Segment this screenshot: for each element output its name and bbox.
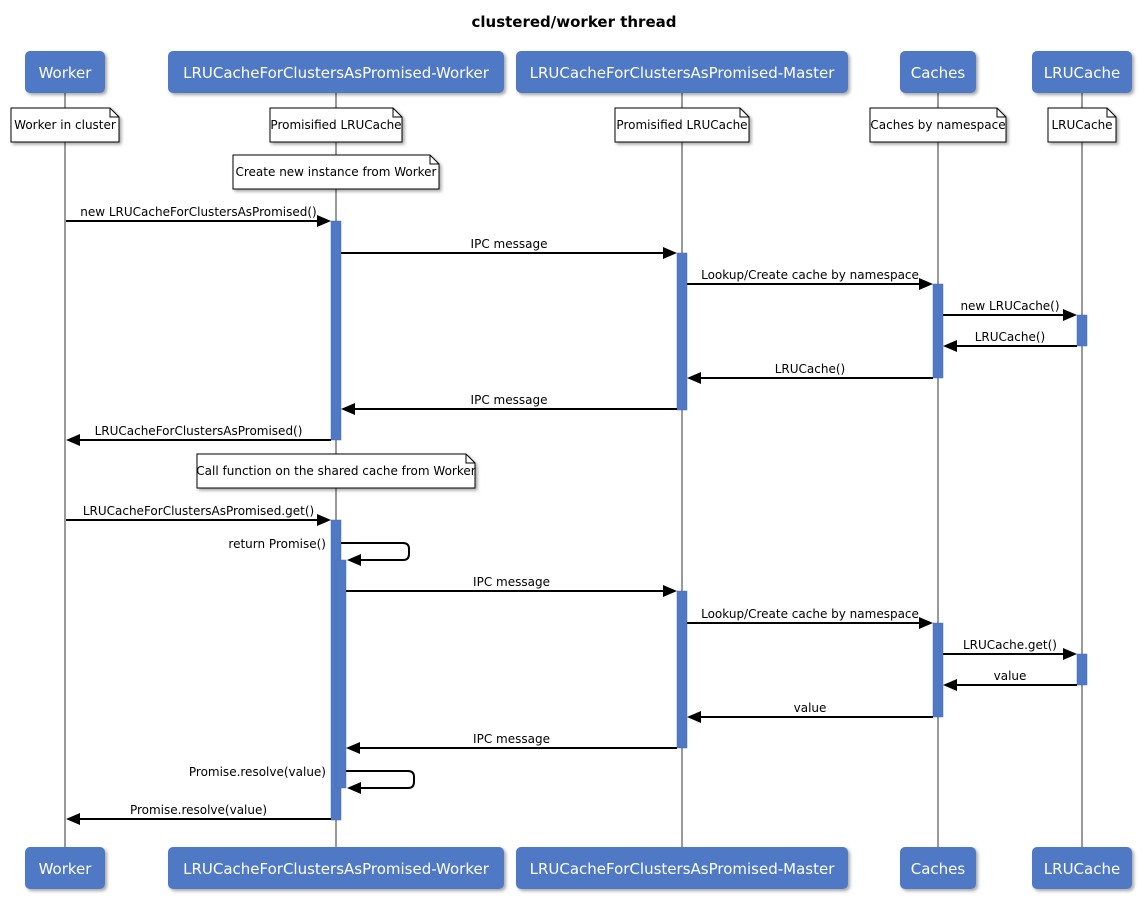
note-text: Worker in cluster — [14, 118, 116, 132]
section-note: Create new instance from Worker — [232, 154, 440, 190]
participant-label: Worker — [39, 860, 93, 878]
arrowhead-icon — [687, 711, 701, 723]
arrowhead-icon — [919, 278, 933, 290]
arrowhead-icon — [317, 215, 331, 227]
message-return[interactable]: LRUCache() — [943, 330, 1077, 352]
message-return[interactable]: Promise.resolve(value) — [66, 803, 331, 825]
message-call[interactable]: Lookup/Create cache by namespace — [687, 607, 933, 629]
message-return[interactable]: LRUCache() — [687, 362, 933, 384]
message-label: IPC message — [471, 393, 548, 407]
participant-label: LRUCacheForClustersAsPromised-Master — [530, 860, 836, 878]
message-return[interactable]: value — [687, 701, 933, 723]
participant-caches-top[interactable]: Caches — [900, 51, 976, 93]
message-label: IPC message — [473, 575, 550, 589]
participant-note: Worker in cluster — [10, 107, 120, 143]
note-text: Promisified LRUCache — [270, 118, 401, 132]
participant-lru-worker-top[interactable]: LRUCacheForClustersAsPromised-Worker — [168, 51, 504, 93]
participant-label: LRUCacheForClustersAsPromised-Worker — [183, 860, 490, 878]
message-return[interactable]: IPC message — [346, 732, 677, 754]
message-label: IPC message — [471, 237, 548, 251]
participant-label: LRUCacheForClustersAsPromised-Master — [530, 64, 836, 82]
message-return[interactable]: IPC message — [341, 393, 677, 415]
message-label: LRUCacheForClustersAsPromised() — [95, 424, 303, 438]
note-text: Create new instance from Worker — [236, 165, 437, 179]
message-call[interactable]: IPC message — [341, 237, 677, 259]
message-return[interactable]: LRUCacheForClustersAsPromised() — [66, 424, 331, 446]
arrowhead-icon — [341, 403, 355, 415]
participant-label: LRUCacheForClustersAsPromised-Worker — [183, 64, 490, 82]
note-text: Caches by namespace — [870, 118, 1005, 132]
note-text: Promisified LRUCache — [616, 118, 747, 132]
arrowhead-icon — [317, 514, 331, 526]
participant-lru-master-bottom[interactable]: LRUCacheForClustersAsPromised-Master — [516, 847, 848, 889]
participant-caches-bottom[interactable]: Caches — [900, 847, 976, 889]
activation-bar — [1076, 653, 1088, 686]
participant-label: LRUCache — [1044, 860, 1120, 878]
participant-label: LRUCache — [1044, 64, 1120, 82]
arrowhead-icon — [66, 434, 80, 446]
activation-bar — [676, 590, 688, 749]
message-call[interactable]: new LRUCache() — [943, 299, 1077, 321]
activation-bar — [330, 220, 342, 441]
message-label: LRUCacheForClustersAsPromised.get() — [83, 504, 314, 518]
message-call[interactable]: Lookup/Create cache by namespace — [687, 268, 933, 290]
participant-lrucache-bottom[interactable]: LRUCache — [1032, 847, 1132, 889]
arrowhead-icon — [1063, 648, 1077, 660]
message-return[interactable]: value — [943, 669, 1077, 691]
participant-lru-worker-bottom[interactable]: LRUCacheForClustersAsPromised-Worker — [168, 847, 504, 889]
section-note: Call function on the shared cache from W… — [196, 453, 476, 489]
activation-bar — [335, 559, 347, 789]
note-text: LRUCache — [1051, 118, 1112, 132]
message-call[interactable]: IPC message — [346, 575, 677, 597]
participant-worker-top[interactable]: Worker — [25, 51, 105, 93]
message-line — [341, 542, 410, 561]
arrowhead-icon — [687, 372, 701, 384]
arrowhead-icon — [943, 340, 957, 352]
message-label: LRUCache.get() — [963, 638, 1057, 652]
arrowhead-icon — [943, 679, 957, 691]
message-label: return Promise() — [228, 537, 326, 551]
participant-worker-bottom[interactable]: Worker — [25, 847, 105, 889]
message-label: LRUCache() — [975, 330, 1046, 344]
arrowhead-icon — [346, 742, 360, 754]
activation-bar — [932, 283, 944, 379]
participant-note: Promisified LRUCache — [614, 107, 750, 143]
participant-lru-master-top[interactable]: LRUCacheForClustersAsPromised-Master — [516, 51, 848, 93]
arrowhead-icon — [663, 247, 677, 259]
participant-note: Caches by namespace — [869, 107, 1007, 143]
message-label: Promise.resolve(value) — [189, 765, 326, 779]
message-call[interactable]: LRUCache.get() — [943, 638, 1077, 660]
sequence-diagram: clustered/worker thread new LRUCacheForC… — [10, 13, 1132, 889]
activation-bar — [676, 252, 688, 411]
activation-bar — [1076, 314, 1088, 347]
note-text: Call function on the shared cache from W… — [196, 464, 475, 478]
participant-lrucache-top[interactable]: LRUCache — [1032, 51, 1132, 93]
message-label: value — [794, 701, 827, 715]
message-label: new LRUCache() — [960, 299, 1059, 313]
arrowhead-icon — [66, 813, 80, 825]
message-call[interactable]: new LRUCacheForClustersAsPromised() — [66, 205, 331, 227]
message-label: IPC message — [473, 732, 550, 746]
message-label: Lookup/Create cache by namespace — [701, 607, 919, 621]
diagram-title: clustered/worker thread — [472, 13, 677, 31]
participant-note: Promisified LRUCache — [269, 107, 403, 143]
arrowhead-icon — [347, 554, 361, 566]
message-label: new LRUCacheForClustersAsPromised() — [80, 205, 316, 219]
message-label: LRUCache() — [775, 362, 846, 376]
arrowhead-icon — [1063, 309, 1077, 321]
activation-bar — [932, 622, 944, 718]
participant-label: Caches — [911, 860, 966, 878]
participant-label: Worker — [39, 64, 93, 82]
arrowhead-icon — [919, 617, 933, 629]
message-label: Lookup/Create cache by namespace — [701, 268, 919, 282]
message-label: value — [994, 669, 1027, 683]
message-label: Promise.resolve(value) — [130, 803, 267, 817]
participant-label: Caches — [911, 64, 966, 82]
message-call[interactable]: LRUCacheForClustersAsPromised.get() — [66, 504, 331, 526]
participant-note: LRUCache — [1047, 107, 1117, 143]
message-self[interactable]: Promise.resolve(value) — [189, 765, 415, 794]
arrowhead-icon — [663, 585, 677, 597]
arrowhead-icon — [347, 782, 361, 794]
message-self[interactable]: return Promise() — [228, 537, 410, 566]
